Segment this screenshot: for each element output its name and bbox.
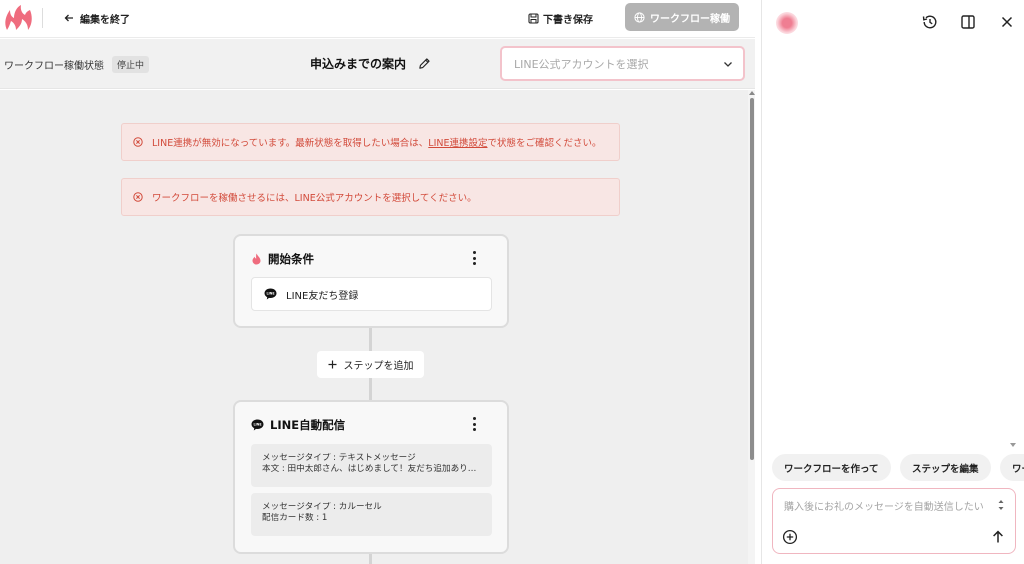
add-step-button[interactable]: ステップを追加 — [317, 351, 424, 378]
scroll-down-arrow-icon[interactable] — [1010, 443, 1016, 447]
trigger-card-header: 開始条件 — [251, 251, 314, 267]
delivery-card-header: LINE LINE自動配信 — [251, 417, 345, 433]
top-bar: 編集を終了 下書き保存 ワークフロー稼働 — [0, 0, 755, 38]
run-workflow-button[interactable]: ワークフロー稼働 — [625, 3, 739, 31]
error-circle-icon — [133, 192, 143, 202]
error-circle-icon — [133, 137, 143, 147]
message-body: 本文 : 田中太郎さん、はじめまして！友だち追加ありがとうございます。 — [262, 464, 481, 474]
run-workflow-label: ワークフロー稼働 — [650, 13, 730, 25]
flame-logo-icon[interactable] — [4, 5, 32, 31]
trigger-card[interactable]: 開始条件 LINE LINE友だち登録 — [233, 234, 509, 328]
exit-edit-label: 編集を終了 — [80, 14, 130, 26]
trigger-card-title: 開始条件 — [268, 252, 314, 266]
suggestion-chips: ワークフローを作って ステップを編集 ワークフロー — [772, 454, 1024, 482]
suggestion-chip[interactable]: ステップを編集 — [900, 454, 991, 481]
trigger-card-menu-icon[interactable] — [469, 251, 479, 265]
line-account-select[interactable]: LINE公式アカウントを選択 — [500, 46, 745, 81]
save-icon — [528, 12, 539, 24]
message-type: メッセージタイプ : テキストメッセージ — [262, 453, 416, 463]
globe-icon — [634, 11, 645, 23]
delivery-card-menu-icon[interactable] — [469, 417, 479, 431]
workflow-status-label: ワークフロー稼働状態 — [4, 61, 104, 72]
add-attachment-icon[interactable] — [782, 529, 798, 545]
message-item[interactable]: メッセージタイプ : カルーセル 配信カード数 : 1 — [251, 493, 492, 536]
workflow-canvas[interactable]: LINE連携が無効になっています。最新状態を取得したい場合は、LINE連携設定で… — [0, 90, 755, 564]
scroll-up-arrow-icon[interactable] — [749, 91, 755, 95]
message-item[interactable]: メッセージタイプ : テキストメッセージ 本文 : 田中太郎さん、はじめまして！… — [251, 444, 492, 487]
alert-message: ワークフローを稼働させるには、LINE公式アカウントを選択してください。 — [152, 193, 477, 204]
line-icon: LINE — [264, 288, 277, 300]
delivery-card-title: LINE自動配信 — [270, 418, 346, 432]
message-card-count: 配信カード数 : 1 — [262, 513, 328, 523]
line-delivery-card[interactable]: LINE LINE自動配信 メッセージタイプ : テキストメッセージ 本文 : … — [233, 400, 509, 554]
svg-text:LINE: LINE — [266, 292, 274, 296]
header-divider — [42, 8, 43, 28]
step-connector — [369, 328, 372, 351]
alert-message: LINE連携が無効になっています。最新状態を取得したい場合は、LINE連携設定で… — [152, 138, 602, 149]
chevron-down-icon — [724, 61, 732, 67]
sidebar-toggle-icon[interactable] — [959, 13, 977, 31]
exit-edit-button[interactable]: 編集を終了 — [64, 9, 130, 27]
trigger-item-label: LINE友だち登録 — [286, 290, 359, 302]
message-type: メッセージタイプ : カルーセル — [262, 502, 382, 512]
svg-text:LINE: LINE — [253, 423, 261, 427]
line-icon: LINE — [251, 419, 264, 431]
assistant-avatar-icon — [776, 12, 798, 34]
close-icon[interactable] — [998, 13, 1016, 31]
suggestion-chip[interactable]: ワークフロー — [1000, 454, 1024, 481]
chat-input-box[interactable]: 購入後にお礼のメッセージを自動送信したい — [772, 488, 1016, 554]
plus-icon — [328, 360, 336, 369]
save-draft-label: 下書き保存 — [543, 14, 593, 26]
line-friend-add-trigger[interactable]: LINE LINE友だち登録 — [251, 277, 492, 311]
workflow-title: 申込みまでの案内 — [310, 55, 431, 72]
workflow-title-text: 申込みまでの案内 — [310, 57, 407, 71]
assistant-panel: ワークフローを作って ステップを編集 ワークフロー 購入後にお礼のメッセージを自… — [761, 0, 1024, 564]
save-draft-button[interactable]: 下書き保存 — [528, 9, 593, 27]
suggestion-chip[interactable]: ワークフローを作って — [772, 454, 891, 481]
workflow-status-bar: ワークフロー稼働状態 停止中 申込みまでの案内 LINE公式アカウントを選択 — [0, 39, 755, 89]
select-account-alert: ワークフローを稼働させるには、LINE公式アカウントを選択してください。 — [121, 178, 620, 216]
line-integration-settings-link[interactable]: LINE連携設定 — [428, 138, 487, 149]
chat-input[interactable]: 購入後にお礼のメッセージを自動送信したい — [784, 498, 996, 513]
resize-stepper-icon[interactable] — [997, 497, 1005, 513]
step-connector — [369, 554, 372, 564]
canvas-scrollbar-thumb[interactable] — [750, 98, 754, 460]
flame-icon — [252, 253, 261, 265]
line-integration-alert: LINE連携が無効になっています。最新状態を取得したい場合は、LINE連携設定で… — [121, 123, 620, 161]
status-badge: 停止中 — [112, 56, 150, 73]
step-connector — [369, 378, 372, 400]
line-account-select-placeholder: LINE公式アカウントを選択 — [514, 57, 649, 71]
arrow-left-icon — [64, 14, 73, 22]
history-icon[interactable] — [921, 13, 939, 31]
pencil-icon[interactable] — [418, 57, 431, 70]
send-arrow-icon[interactable] — [991, 530, 1005, 544]
add-step-label: ステップを追加 — [343, 361, 414, 372]
